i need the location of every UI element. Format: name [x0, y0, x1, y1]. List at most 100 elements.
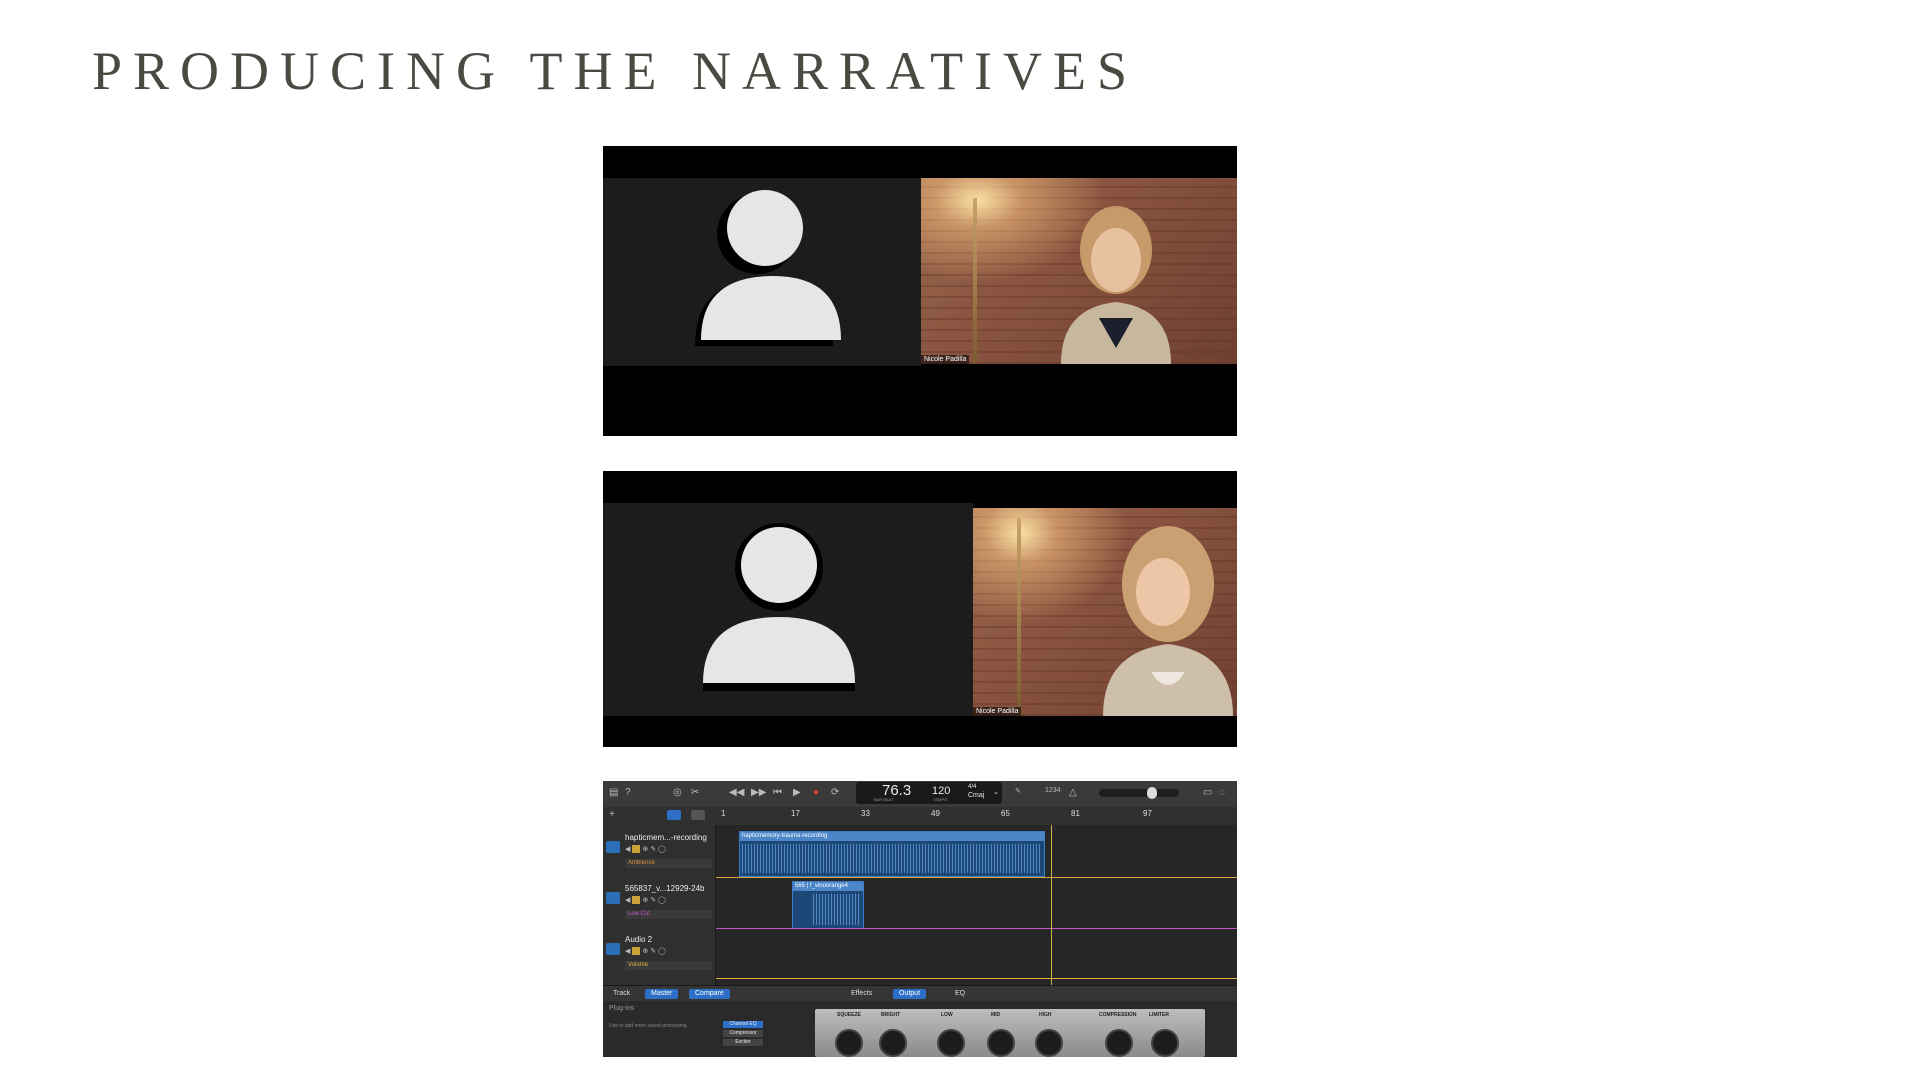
participant-tile-placeholder: [603, 503, 973, 716]
track-plugin-label[interactable]: Ambience: [625, 859, 712, 868]
person-figure: [1061, 206, 1171, 364]
lamp-pole: [1017, 518, 1021, 716]
limiter-knob[interactable]: [1151, 1029, 1179, 1057]
plugin-slot[interactable]: Channel EQ: [723, 1021, 763, 1028]
pencil-icon[interactable]: ✎: [1015, 787, 1021, 795]
track-lanes[interactable]: hapticmemory-trauma-recording 565 | f_vi…: [716, 825, 1237, 985]
ruler-mark: 97: [1143, 809, 1152, 818]
track-plugin-label[interactable]: Volume: [625, 961, 712, 970]
audio-region[interactable]: 565 | f_vinoorange4: [792, 881, 864, 929]
audio-track-icon: [606, 841, 620, 853]
go-to-start-icon[interactable]: ⏮: [773, 787, 782, 798]
track-header[interactable]: hapticmem...-recording ◀ ⊕ ✎ ◯ Ambience: [603, 829, 715, 879]
cycle-icon[interactable]: ⟳: [831, 787, 839, 798]
volume-handle[interactable]: [1147, 787, 1157, 799]
filter-button[interactable]: [691, 810, 705, 820]
track-plugin-label[interactable]: Low Cut: [625, 910, 712, 919]
audio-track-icon: [606, 892, 620, 904]
plugin-panel: Plug-ins Use to add more sound processin…: [603, 1001, 1237, 1057]
region-label: 565 | f_vinoorange4: [793, 882, 863, 891]
catch-playhead-button[interactable]: [667, 810, 681, 820]
loop-browser-icon[interactable]: ◌: [1219, 787, 1225, 798]
eq-knob-panel: SQUEEZE BRIGHT LOW MID HIGH COMPRESSION …: [815, 1009, 1205, 1057]
record-icon[interactable]: ●: [813, 787, 819, 798]
low-knob[interactable]: [937, 1029, 965, 1057]
lcd-position-labels: BAR BEAT: [874, 797, 894, 802]
chevron-down-icon[interactable]: ⌄: [993, 788, 999, 796]
knob-label: HIGH: [1039, 1012, 1052, 1018]
daw-screenshot: ▤ ? ◎ ✂ ◀◀ ▶▶ ⏮ ▶ ● ⟳ 76.3 BAR BEAT 120 …: [603, 781, 1237, 1057]
track-controls[interactable]: ◀ ⊕ ✎ ◯: [625, 845, 666, 854]
plugin-slot[interactable]: Exciter: [723, 1039, 763, 1046]
participant-name-tag: Nicole Padilla: [973, 707, 1022, 716]
plugins-hint: Use to add more sound processing.: [609, 1023, 688, 1029]
count-in-readout[interactable]: 1234: [1045, 787, 1061, 794]
lcd-tempo-label: TEMPO: [933, 797, 948, 802]
lcd-signature: 4/4: [968, 784, 977, 790]
mid-knob[interactable]: [987, 1029, 1015, 1057]
help-icon[interactable]: ?: [625, 787, 631, 798]
playhead[interactable]: [1051, 825, 1052, 985]
participant-name-tag: Nicole Padilla: [921, 355, 970, 364]
knob-label: MID: [991, 1012, 1001, 1018]
play-icon[interactable]: ▶: [793, 787, 801, 798]
plugins-label: Plug-ins: [609, 1005, 635, 1012]
participant-video: Nicole Padilla: [921, 178, 1237, 364]
person-figure: [1103, 526, 1233, 716]
track-header[interactable]: 565837_v...12929-24b ◀ ⊕ ✎ ◯ Low Cut: [603, 880, 715, 930]
smart-controls-icon[interactable]: ◎: [673, 787, 682, 798]
squeeze-knob[interactable]: [835, 1029, 863, 1057]
track-controls[interactable]: ◀ ⊕ ✎ ◯: [625, 896, 666, 905]
add-track-icon[interactable]: +: [609, 809, 615, 820]
timeline-ruler[interactable]: + 1 17 33 49 65 81 97: [603, 807, 1237, 826]
rewind-icon[interactable]: ◀◀: [729, 787, 744, 798]
ruler-mark: 81: [1071, 809, 1080, 818]
lamp-pole: [973, 198, 977, 364]
tab-effects[interactable]: Effects: [845, 989, 878, 999]
track-controls[interactable]: ◀ ⊕ ✎ ◯: [625, 947, 666, 956]
slide-title: PRODUCING THE NARRATIVES: [92, 41, 1139, 101]
waveform: [813, 894, 861, 925]
compression-knob[interactable]: [1105, 1029, 1133, 1057]
ruler-mark: 1: [721, 809, 726, 818]
lcd-key: Cmaj: [968, 792, 985, 799]
fast-forward-icon[interactable]: ▶▶: [751, 787, 766, 798]
knob-label: BRIGHT: [881, 1012, 901, 1018]
participant-tile-placeholder: [603, 178, 921, 366]
daw-control-bar: ▤ ? ◎ ✂ ◀◀ ▶▶ ⏮ ▶ ● ⟳ 76.3 BAR BEAT 120 …: [603, 781, 1237, 808]
person-avatar-icon: [703, 523, 855, 691]
person-avatar-icon: [695, 190, 841, 346]
automation-line: [716, 978, 1237, 979]
ruler-mark: 17: [791, 809, 800, 818]
automation-line: [716, 877, 1237, 878]
ruler-mark: 33: [861, 809, 870, 818]
tab-eq[interactable]: EQ: [949, 989, 971, 999]
ruler-mark: 65: [1001, 809, 1010, 818]
lcd-display: 76.3 BAR BEAT 120 TEMPO 4/4 Cmaj ⌄: [856, 782, 1002, 804]
track-headers: hapticmem...-recording ◀ ⊕ ✎ ◯ Ambience 5…: [603, 825, 716, 985]
participant-video: Nicole Padilla: [973, 508, 1237, 716]
knob-label: SQUEEZE: [837, 1012, 861, 1018]
region-label-short: 565: [795, 883, 806, 889]
waveform: [742, 844, 1042, 873]
high-knob[interactable]: [1035, 1029, 1063, 1057]
automation-line: [716, 928, 1237, 929]
bright-knob[interactable]: [879, 1029, 907, 1057]
metronome-icon[interactable]: △: [1069, 787, 1077, 798]
library-icon[interactable]: ▤: [609, 787, 618, 798]
plugin-slot[interactable]: Compressor: [723, 1030, 763, 1037]
smart-controls-tabs: Track Master Compare Effects Output EQ: [603, 985, 1237, 1002]
track-name: hapticmem...-recording: [625, 833, 707, 842]
track-name: 565837_v...12929-24b: [625, 884, 705, 893]
tab-track[interactable]: Track: [607, 989, 636, 999]
scissors-icon[interactable]: ✂: [691, 787, 699, 798]
master-volume-slider[interactable]: [1099, 787, 1179, 799]
notepad-icon[interactable]: ▭: [1203, 787, 1212, 798]
tab-master[interactable]: Master: [645, 989, 679, 999]
tab-compare[interactable]: Compare: [689, 989, 730, 999]
tab-output[interactable]: Output: [893, 989, 927, 999]
audio-region[interactable]: hapticmemory-trauma-recording: [739, 831, 1045, 877]
track-header[interactable]: Audio 2 ◀ ⊕ ✎ ◯ Volume: [603, 931, 715, 981]
lcd-tempo: 120: [932, 785, 951, 797]
track-name: Audio 2: [625, 935, 653, 944]
